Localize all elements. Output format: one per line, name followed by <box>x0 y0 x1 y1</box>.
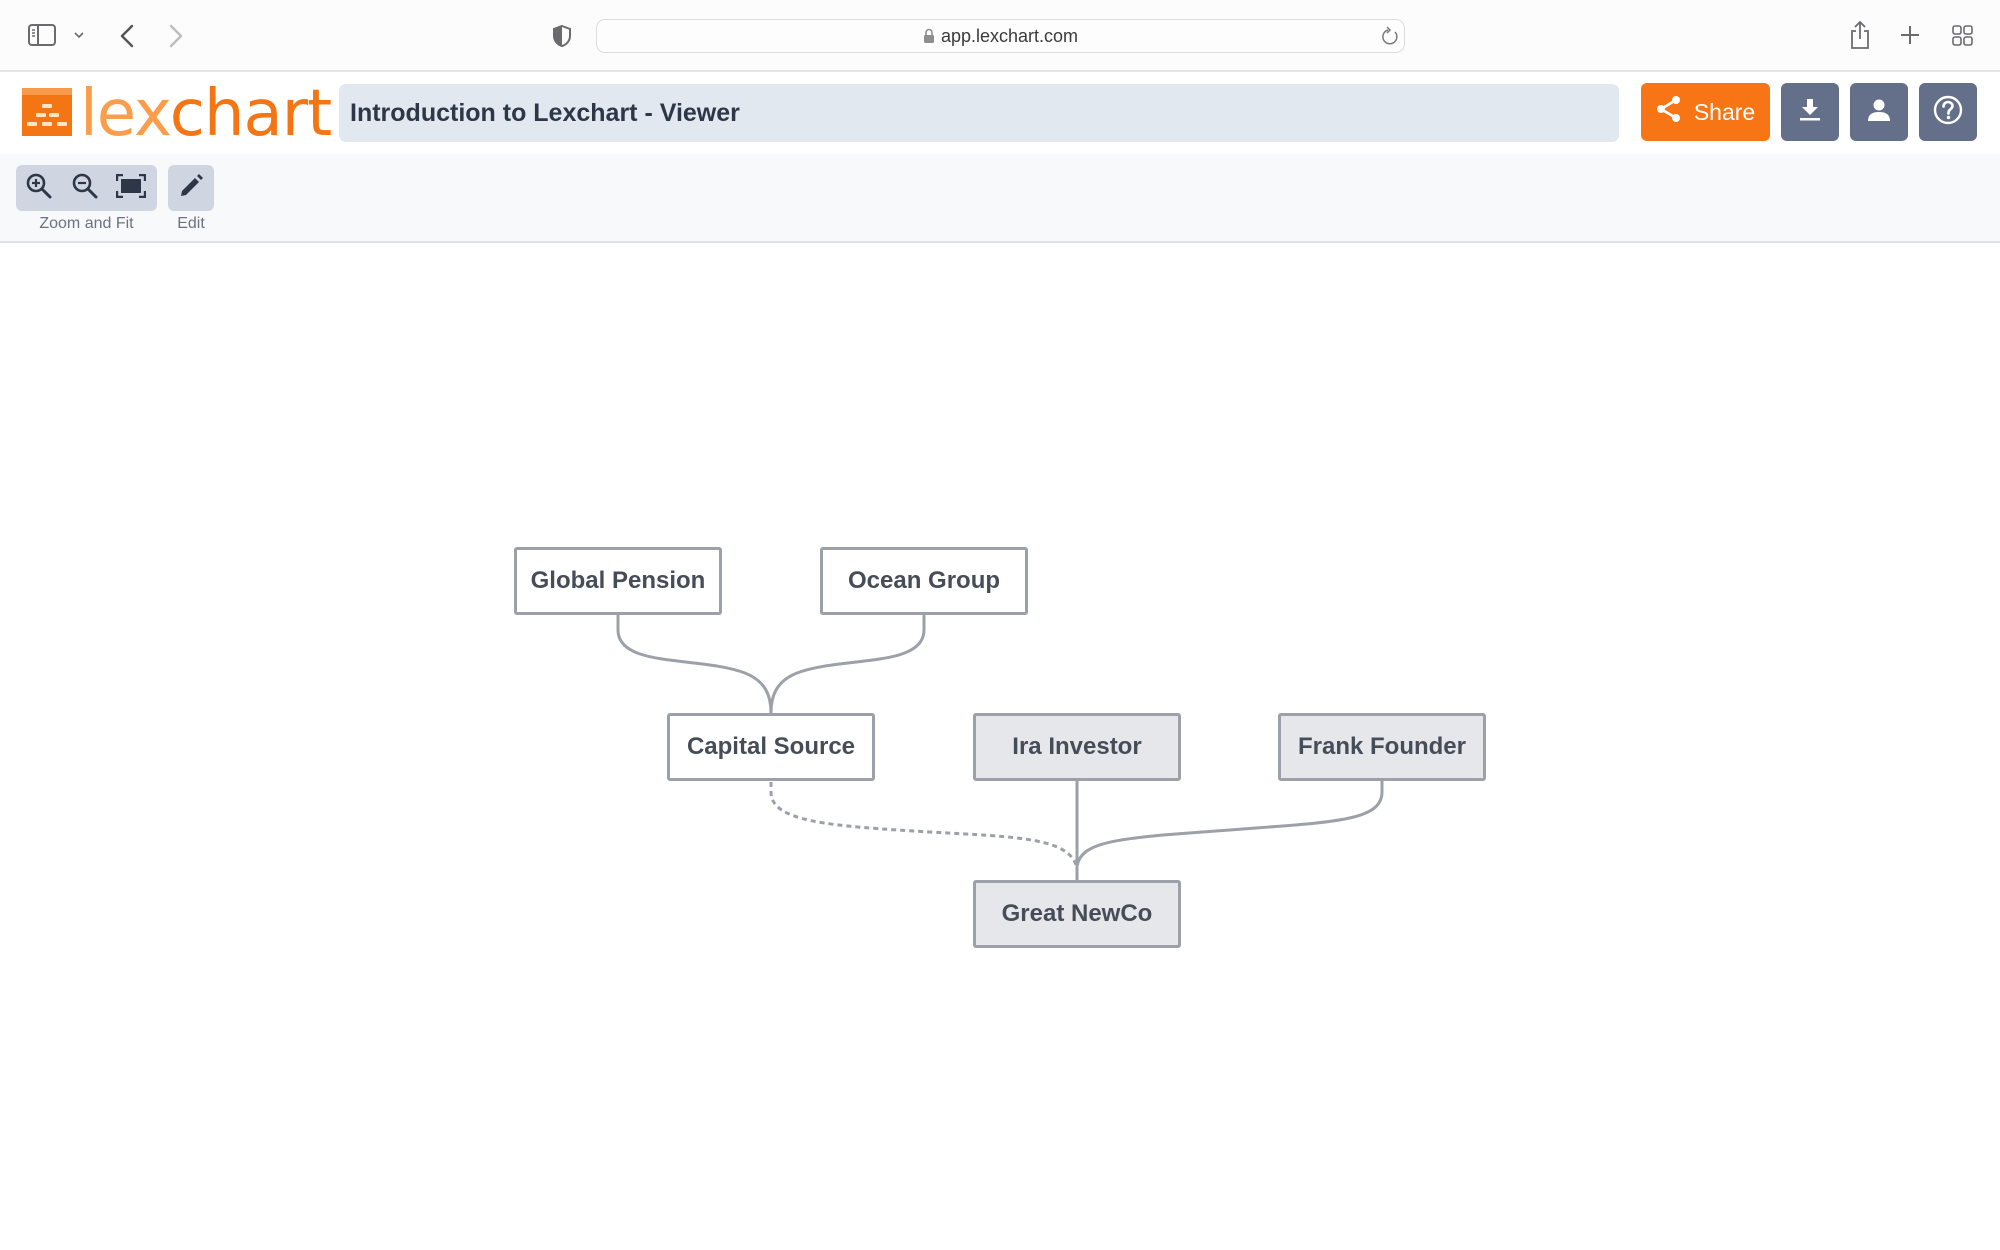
sidebar-icon[interactable] <box>27 22 57 48</box>
url-text: app.lexchart.com <box>940 26 1079 46</box>
share-network-icon <box>1656 95 1682 129</box>
user-button[interactable] <box>1850 83 1908 141</box>
browser-toolbar: app.lexchart.com <box>0 0 2000 72</box>
lock-icon <box>923 28 935 49</box>
zoom-in-icon <box>26 173 52 204</box>
fit-screen-button[interactable] <box>108 165 154 211</box>
new-tab-icon[interactable] <box>1897 22 1923 48</box>
forward-icon[interactable] <box>163 22 189 50</box>
toolbar <box>0 154 2000 243</box>
reload-icon[interactable] <box>1379 25 1401 47</box>
node-global-pension[interactable]: Global Pension <box>514 547 722 615</box>
lexchart-logo-icon[interactable] <box>22 88 72 141</box>
download-button[interactable] <box>1781 83 1839 141</box>
pencil-icon <box>178 173 204 204</box>
fit-screen-icon <box>115 173 147 203</box>
address-bar[interactable]: app.lexchart.com <box>596 19 1405 53</box>
node-capital-source[interactable]: Capital Source <box>667 713 875 781</box>
share-label: Share <box>1693 98 1756 125</box>
node-ira-investor[interactable]: Ira Investor <box>973 713 1181 781</box>
share-icon[interactable] <box>1846 18 1874 52</box>
tab-overview-icon[interactable] <box>1950 23 1974 47</box>
edit-button[interactable] <box>168 165 214 211</box>
zoom-in-button[interactable] <box>16 165 62 211</box>
chevron-down-icon[interactable] <box>72 28 86 42</box>
zoom-out-button[interactable] <box>62 165 108 211</box>
edit-label: Edit <box>177 215 205 232</box>
document-title: Introduction to Lexchart - Viewer <box>339 84 1619 142</box>
lexchart-logo-text[interactable]: lexchart <box>80 76 332 152</box>
share-button[interactable]: Share <box>1641 83 1770 141</box>
zoom-fit-label: Zoom and Fit <box>39 215 134 232</box>
zoom-out-icon <box>72 173 98 204</box>
privacy-shield-icon[interactable] <box>550 22 574 50</box>
help-button[interactable] <box>1919 83 1977 141</box>
node-ocean-group[interactable]: Ocean Group <box>820 547 1028 615</box>
node-great-newco[interactable]: Great NewCo <box>973 880 1181 948</box>
download-icon <box>1799 98 1821 127</box>
user-icon <box>1867 98 1891 127</box>
node-frank-founder[interactable]: Frank Founder <box>1278 713 1486 781</box>
zoom-fit-group <box>16 165 157 211</box>
help-icon <box>1933 95 1963 130</box>
back-icon[interactable] <box>114 22 140 50</box>
